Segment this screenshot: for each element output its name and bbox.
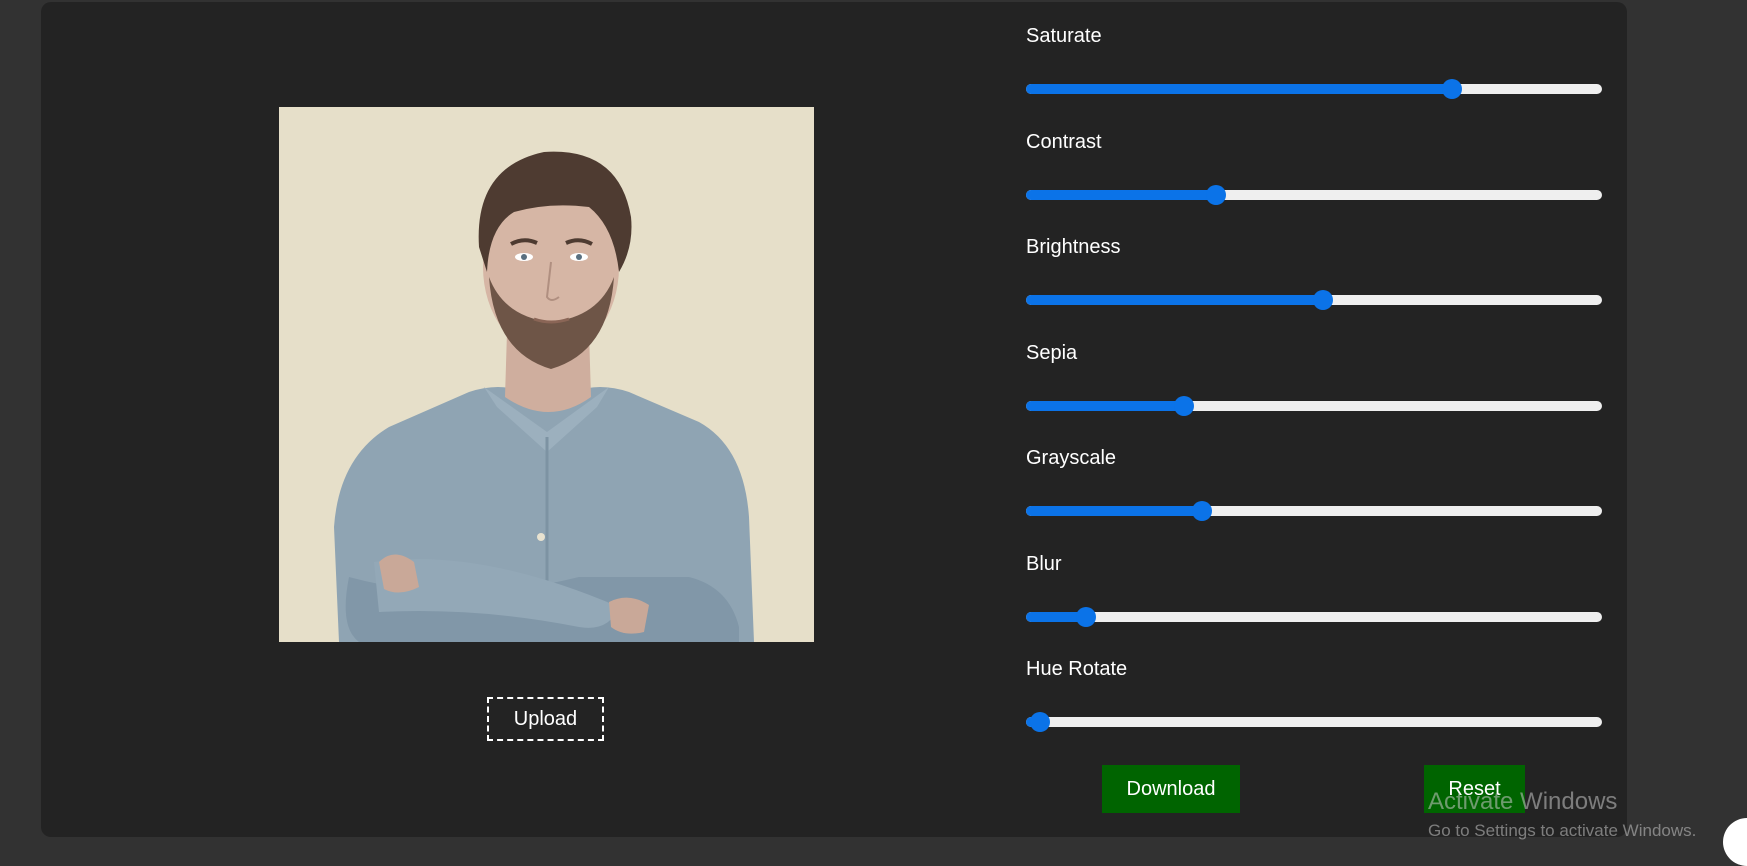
sepia-slider[interactable] [1026, 395, 1602, 416]
brightness-slider[interactable] [1026, 290, 1602, 310]
filter-brightness: Brightness [1026, 235, 1602, 341]
grayscale-slider[interactable] [1026, 501, 1602, 521]
slider-fill [1026, 189, 1217, 200]
image-preview [279, 107, 814, 642]
contrast-slider[interactable] [1026, 184, 1602, 205]
saturate-slider[interactable] [1026, 79, 1602, 99]
filter-label: Grayscale [1026, 447, 1117, 469]
slider-track [1026, 717, 1602, 727]
corner-widget[interactable] [1723, 818, 1747, 866]
blur-slider[interactable] [1026, 606, 1602, 627]
filter-label: Contrast [1026, 130, 1102, 153]
filter-blur: Blur [1026, 552, 1602, 658]
filter-label: Saturate [1026, 25, 1102, 47]
slider-fill [1026, 506, 1202, 516]
slider-thumb[interactable] [1191, 501, 1212, 521]
slider-thumb[interactable] [1206, 184, 1227, 205]
slider-thumb[interactable] [1442, 79, 1463, 99]
filter-label: Blur [1026, 552, 1062, 575]
filter-label: Hue Rotate [1026, 658, 1128, 680]
filter-contrast: Contrast [1026, 130, 1602, 236]
filter-label: Sepia [1026, 341, 1078, 364]
slider-track [1026, 611, 1602, 622]
filter-grayscale: Grayscale [1026, 446, 1602, 552]
slider-thumb[interactable] [1076, 606, 1097, 627]
slider-thumb[interactable] [1312, 290, 1333, 310]
slider-fill [1026, 295, 1323, 305]
filter-controls: Saturate Contrast Brightness Sepia Grays… [1026, 24, 1602, 763]
reset-button[interactable]: Reset [1424, 765, 1525, 813]
filter-hue-rotate: Hue Rotate [1026, 657, 1602, 763]
filter-sepia: Sepia [1026, 341, 1602, 447]
portrait-image [279, 107, 814, 642]
slider-thumb[interactable] [1030, 712, 1051, 732]
slider-thumb[interactable] [1174, 395, 1195, 416]
slider-fill [1026, 400, 1185, 411]
hue-rotate-slider[interactable] [1026, 712, 1602, 732]
filter-label: Brightness [1026, 236, 1121, 258]
download-button[interactable]: Download [1102, 765, 1240, 813]
filter-saturate: Saturate [1026, 24, 1602, 130]
upload-button[interactable]: Upload [487, 697, 604, 741]
slider-fill [1026, 84, 1453, 94]
